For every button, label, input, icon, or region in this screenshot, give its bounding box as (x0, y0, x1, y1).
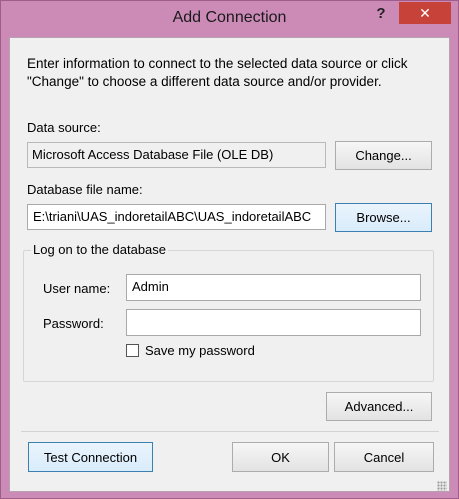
browse-button[interactable]: Browse... (335, 203, 432, 232)
close-button[interactable]: ✕ (399, 2, 451, 24)
logon-group-legend: Log on to the database (31, 242, 169, 257)
cancel-button[interactable]: Cancel (334, 442, 434, 472)
password-label: Password: (43, 316, 104, 331)
password-input[interactable] (126, 309, 421, 336)
intro-text: Enter information to connect to the sele… (27, 56, 408, 89)
database-file-input[interactable]: E:\triani\UAS_indoretailABC\UAS_indoreta… (27, 204, 326, 230)
username-input[interactable]: Admin (126, 274, 421, 301)
dialog-body: Enter information to connect to the sele… (9, 37, 450, 492)
add-connection-dialog: Add Connection ? ✕ Enter information to … (0, 0, 459, 499)
test-connection-button[interactable]: Test Connection (28, 442, 153, 472)
title-bar[interactable]: Add Connection ? ✕ (1, 1, 458, 37)
button-separator (21, 431, 439, 432)
resize-grip-icon[interactable] (437, 481, 447, 491)
data-source-label: Data source: (27, 120, 101, 135)
change-button[interactable]: Change... (335, 141, 432, 170)
advanced-button[interactable]: Advanced... (326, 392, 432, 421)
data-source-field: Microsoft Access Database File (OLE DB) (27, 142, 326, 168)
help-button[interactable]: ? (366, 3, 396, 25)
close-icon: ✕ (419, 5, 431, 21)
ok-button[interactable]: OK (232, 442, 329, 472)
username-label: User name: (43, 281, 111, 296)
save-password-label[interactable]: Save my password (145, 343, 255, 358)
database-file-label: Database file name: (27, 182, 143, 197)
save-password-checkbox[interactable] (126, 344, 139, 357)
